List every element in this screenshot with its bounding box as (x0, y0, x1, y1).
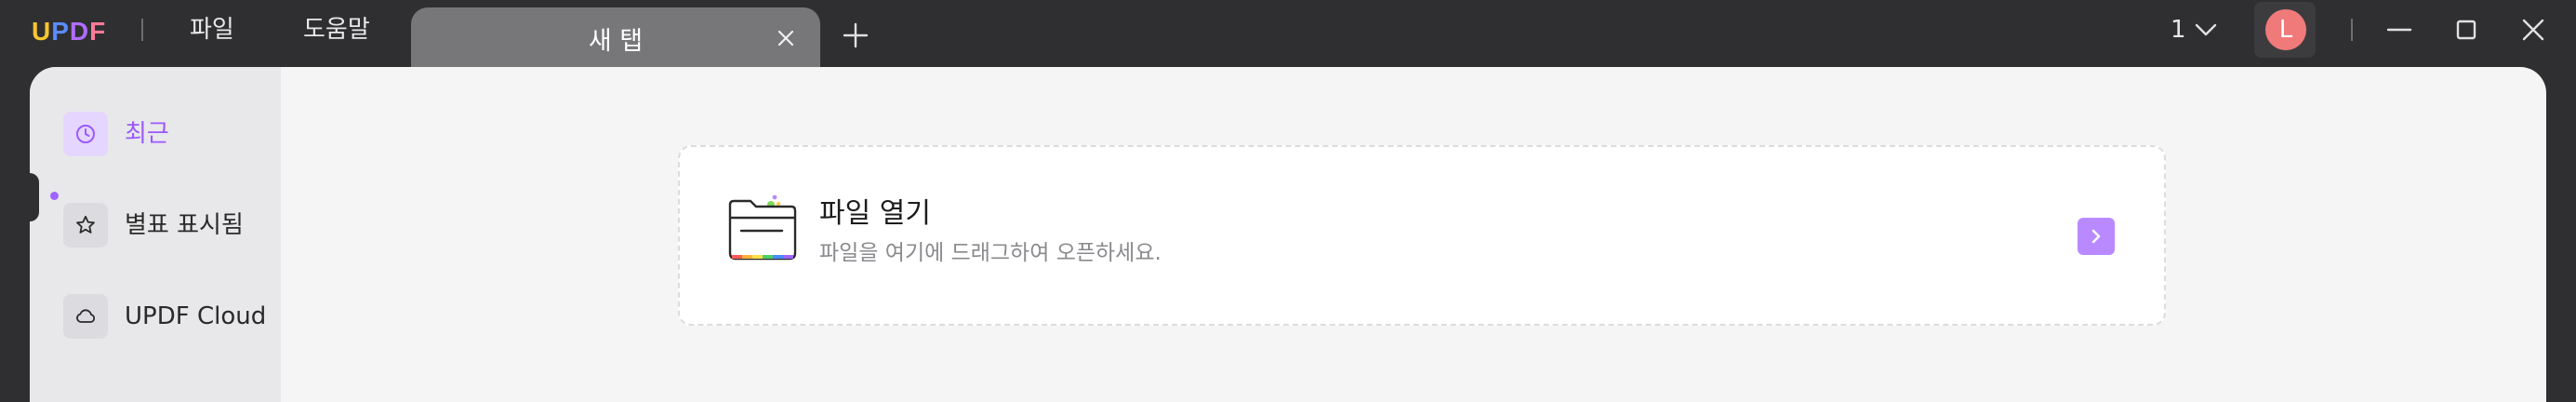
sidebar-item-label: 최근 (125, 120, 169, 148)
cloud-icon (63, 294, 108, 339)
menu-help[interactable]: 도움말 (303, 11, 370, 48)
clock-icon (63, 112, 108, 156)
chevron-right-icon (2091, 229, 2101, 244)
sidebar-active-indicator (50, 192, 59, 200)
open-file-title: 파일 열기 (819, 197, 931, 230)
folder-icon (726, 192, 801, 266)
window-controls-divider (2351, 19, 2353, 41)
logo-letter: D (69, 17, 90, 46)
logo-divider (141, 19, 143, 41)
sidebar: 최근 별표 표시됨 UPDF Cloud (30, 67, 281, 402)
close-window-icon[interactable] (2516, 13, 2550, 47)
menu-file[interactable]: 파일 (190, 11, 234, 48)
tab-new-tab[interactable]: 새 탭 (411, 7, 820, 67)
account-button[interactable]: L (2254, 2, 2316, 58)
star-icon (63, 203, 108, 248)
page-selector-value[interactable]: 1 (2171, 13, 2186, 47)
chevron-down-icon[interactable] (2193, 19, 2219, 41)
sidebar-item-label: UPDF Cloud (125, 302, 267, 330)
open-file-button[interactable] (2078, 218, 2115, 255)
maximize-icon[interactable] (2450, 13, 2483, 47)
minimize-icon[interactable] (2383, 13, 2416, 47)
tab-label: 새 탭 (588, 27, 644, 56)
tab-close-icon[interactable] (772, 24, 800, 52)
open-file-subtitle: 파일을 여기에 드래그하여 오픈하세요. (819, 241, 1162, 265)
add-tab-icon[interactable] (839, 19, 872, 52)
main-panel: 최근 별표 표시됨 UPDF Cloud 파일 열기 파일을 여기에 드래그하여… (30, 67, 2546, 402)
title-bar: UPDF 파일 도움말 새 탭 1 L (0, 0, 2576, 67)
sidebar-toggle-handle[interactable] (30, 173, 39, 221)
logo-letter: P (51, 17, 70, 46)
updf-logo: UPDF (32, 13, 106, 50)
logo-letter: U (32, 17, 52, 46)
avatar: L (2265, 9, 2306, 50)
logo-letter: F (89, 17, 107, 46)
open-file-card[interactable]: 파일 열기 파일을 여기에 드래그하여 오픈하세요. (678, 145, 2166, 326)
sidebar-item-label: 별표 표시됨 (125, 211, 244, 239)
